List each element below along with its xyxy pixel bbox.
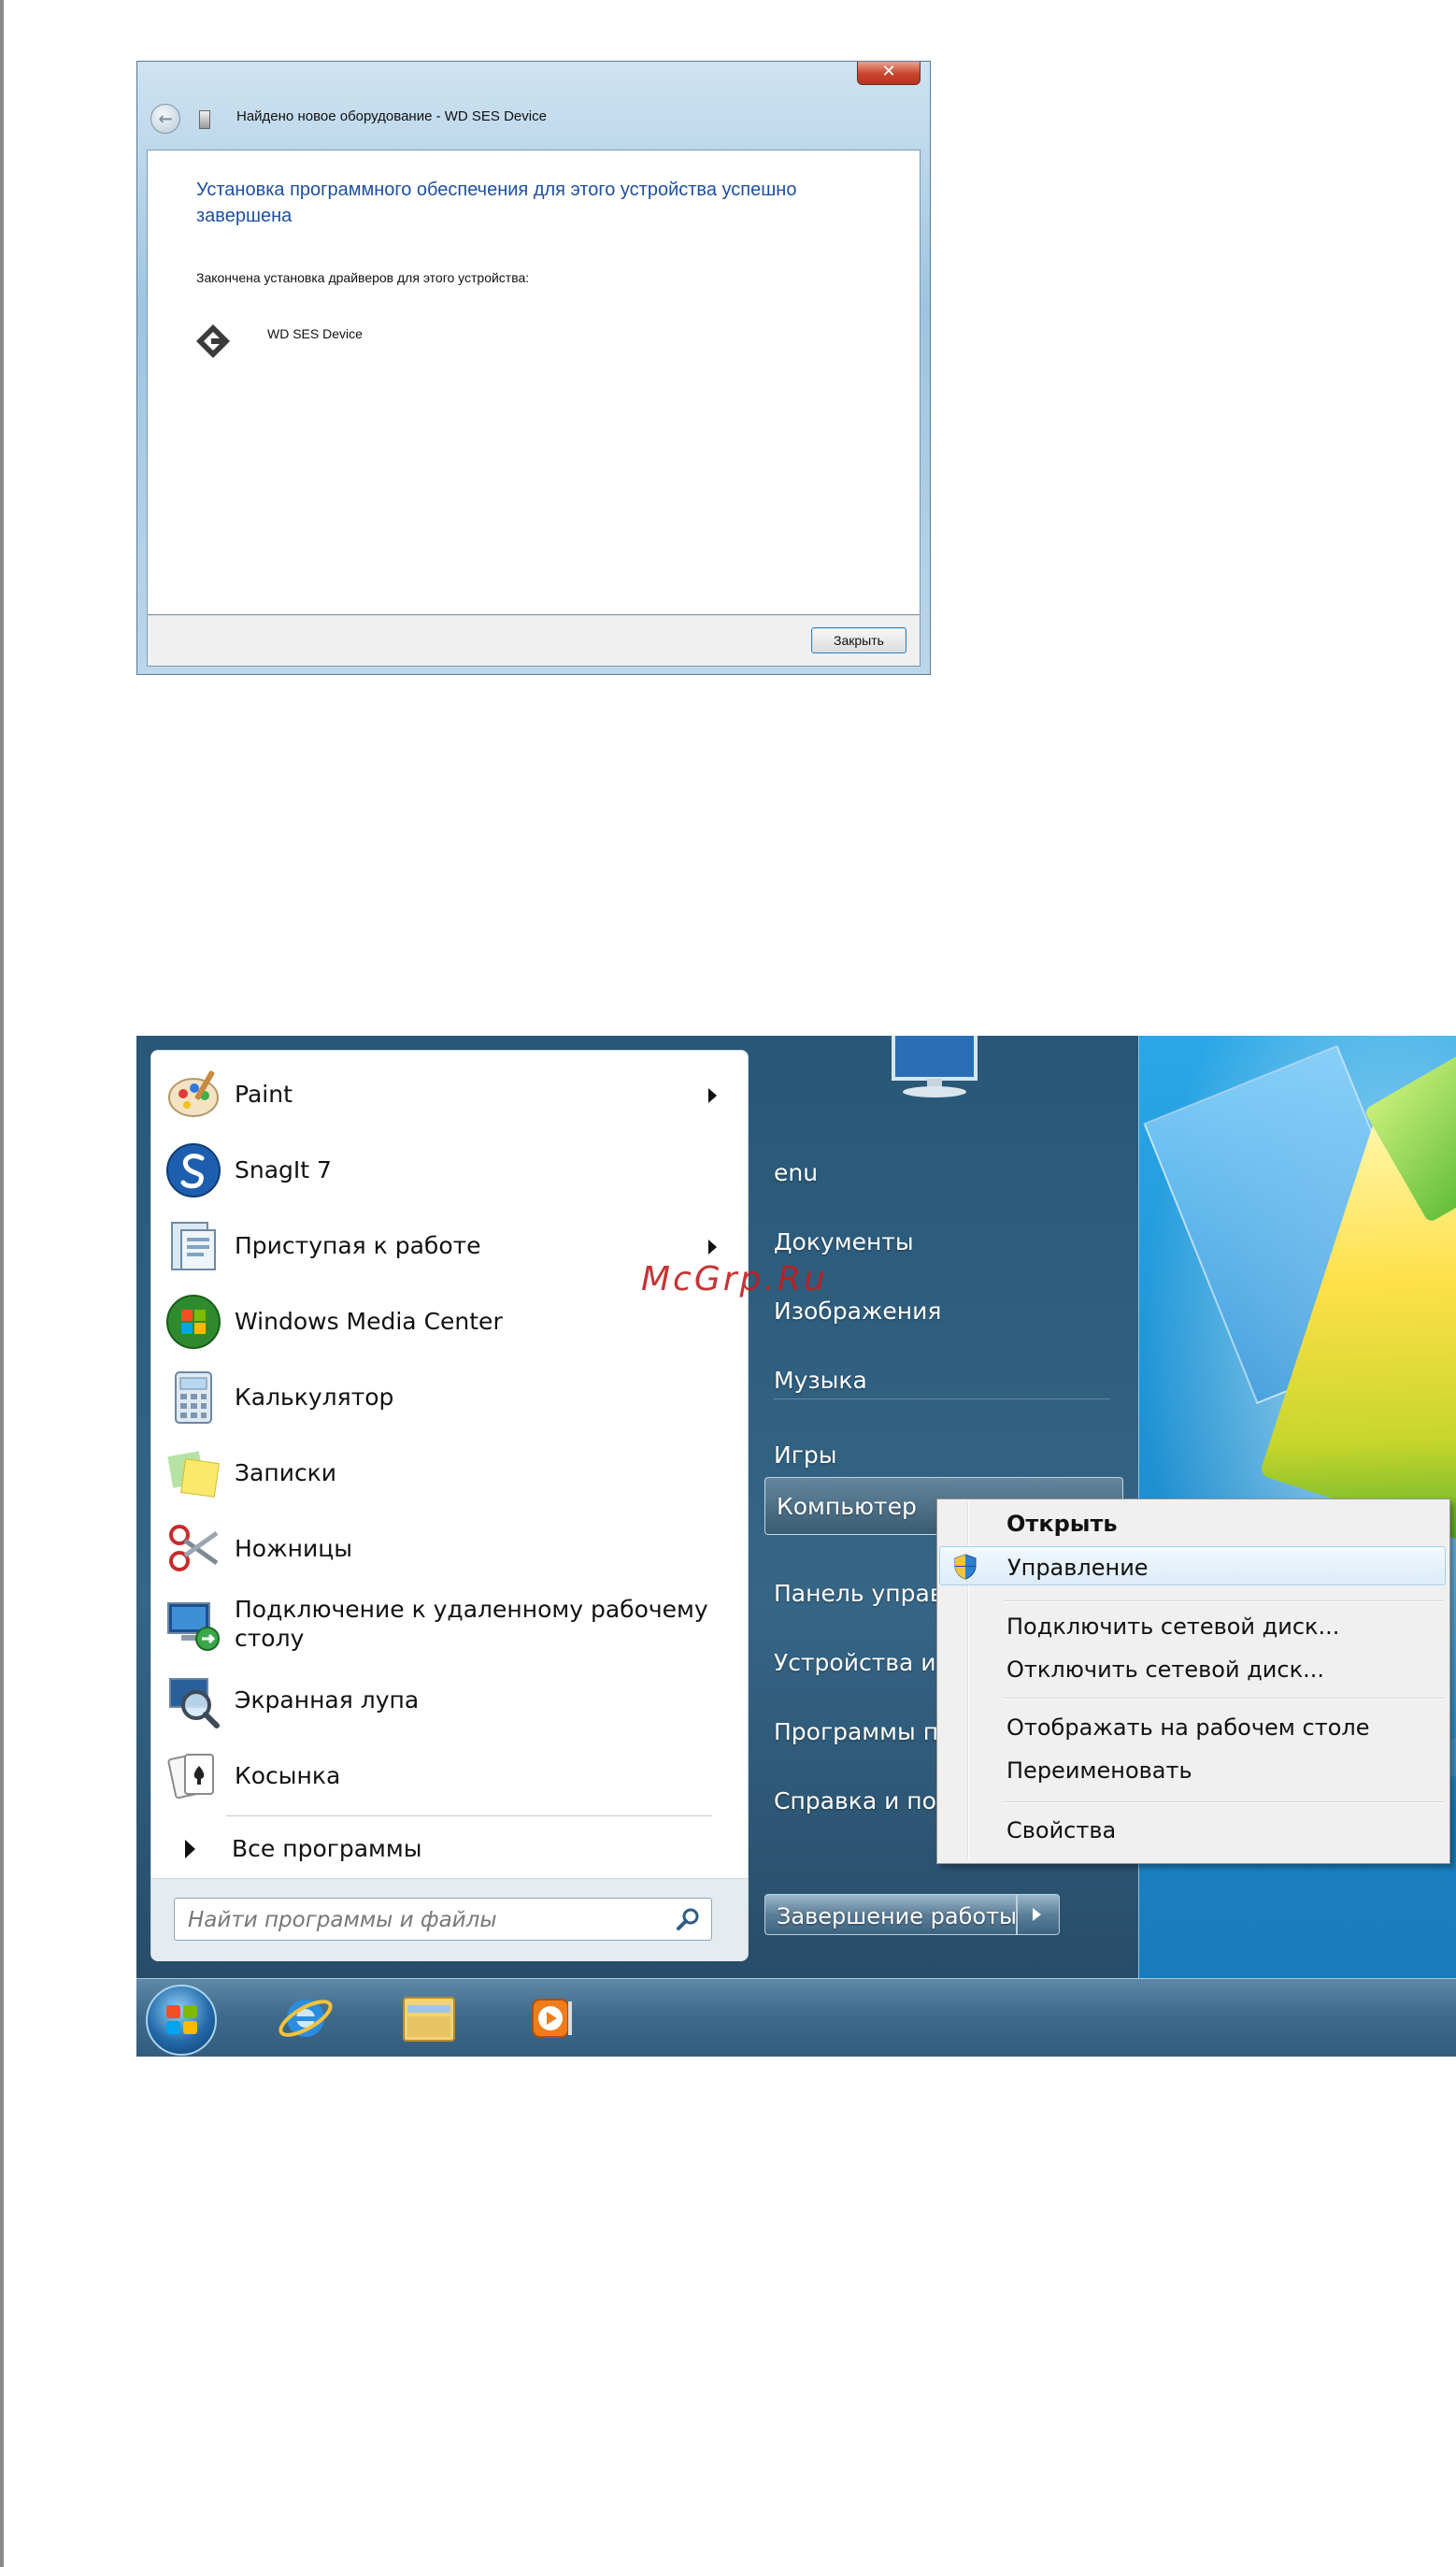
program-label: Записки [235, 1459, 337, 1486]
context-item-rename[interactable]: Переименовать [939, 1750, 1446, 1787]
window-close-button[interactable]: ✕ [857, 62, 921, 85]
snagit-icon [166, 1143, 221, 1197]
taskbar [136, 1978, 1456, 2057]
program-remote-desktop[interactable]: Подключение к удаленному рабочему столу [159, 1586, 738, 1661]
remote-desktop-icon [167, 1602, 220, 1651]
right-pane-separator [774, 1398, 1110, 1399]
context-item-label: Отображать на рабочем столе [1006, 1714, 1370, 1741]
all-programs-label: Все программы [232, 1835, 422, 1862]
program-snagit[interactable]: SnagIt 7 [159, 1132, 738, 1207]
wd-device-icon [196, 324, 230, 358]
shutdown-label: Завершение работы [777, 1903, 1018, 1929]
program-calculator[interactable]: Калькулятор [159, 1359, 738, 1434]
right-item-user[interactable]: enu [763, 1148, 1118, 1197]
install-success-heading: Установка программного обеспечения для э… [196, 179, 797, 226]
context-item-show-on-desktop[interactable]: Отображать на рабочем столе [939, 1707, 1446, 1744]
sticky-notes-icon [167, 1451, 220, 1498]
search-box[interactable] [174, 1898, 712, 1941]
program-label: SnagIt 7 [235, 1156, 332, 1183]
context-item-properties[interactable]: Свойства [939, 1810, 1446, 1847]
install-complete-text: Закончена установка драйверов для этого … [196, 270, 530, 285]
program-label: Ножницы [235, 1535, 352, 1562]
programs-pane: Paint SnagIt 7 Приступая к работе Window… [150, 1050, 749, 1961]
device-name: WD SES Device [267, 326, 363, 341]
windows-flag-icon [166, 2005, 198, 2035]
right-item-music[interactable]: Музыка [763, 1355, 1118, 1404]
right-item-label: Справка и под [774, 1787, 953, 1814]
context-separator [1003, 1698, 1444, 1699]
right-item-label: Документы [774, 1228, 914, 1255]
computer-monitor-icon [892, 1036, 978, 1097]
right-item-label: enu [774, 1159, 819, 1186]
uac-shield-icon [954, 1554, 977, 1580]
context-item-label: Переименовать [1006, 1757, 1192, 1784]
right-item-label: Изображения [774, 1298, 942, 1325]
right-item-label: Устройства и п [774, 1649, 959, 1676]
program-magnifier[interactable]: Экранная лупа [159, 1662, 738, 1737]
program-snipping-tool[interactable]: Ножницы [159, 1511, 738, 1585]
submenu-arrow-icon[interactable] [708, 1240, 717, 1255]
expand-arrow-icon [185, 1840, 195, 1858]
back-arrow-icon[interactable]: ← [150, 104, 180, 134]
context-separator [1003, 1801, 1444, 1803]
context-item-label: Подключить сетевой диск... [1006, 1613, 1340, 1640]
context-separator [1003, 1600, 1444, 1602]
context-menu: Открыть Управление Подключить сетевой ди… [936, 1499, 1450, 1864]
right-item-label: Программы по [774, 1718, 953, 1745]
program-paint[interactable]: Paint [159, 1056, 738, 1131]
magnifier-icon [169, 1678, 220, 1728]
paint-icon [168, 1070, 219, 1117]
right-item-label: Панель управл [774, 1580, 959, 1607]
right-item-games[interactable]: Игры [763, 1430, 1118, 1479]
context-item-map-drive[interactable]: Подключить сетевой диск... [939, 1606, 1446, 1643]
context-item-label: Отключить сетевой диск... [1006, 1656, 1324, 1683]
context-item-label: Свойства [1006, 1817, 1117, 1843]
windows-explorer-icon[interactable] [398, 1988, 460, 2048]
calculator-icon [175, 1371, 212, 1424]
right-item-documents[interactable]: Документы [763, 1217, 1118, 1266]
close-dialog-button[interactable]: Закрыть [811, 627, 906, 653]
context-item-label: Открыть [1006, 1511, 1118, 1537]
shutdown-button[interactable]: Завершение работы [764, 1894, 1017, 1935]
media-center-icon [166, 1295, 221, 1349]
search-input[interactable] [188, 1908, 655, 1932]
page-left-border [0, 0, 4, 2567]
watermark-text: McGrp.Ru [641, 1260, 828, 1298]
dialog-title: Найдено новое оборудование - WD SES Devi… [236, 108, 547, 124]
start-button[interactable] [146, 1985, 217, 2056]
getting-started-icon [171, 1222, 216, 1270]
all-programs-button[interactable]: Все программы [159, 1819, 738, 1875]
context-item-manage[interactable]: Управление [939, 1546, 1446, 1585]
internet-explorer-icon[interactable] [275, 1988, 336, 2048]
right-item-label: Игры [774, 1441, 837, 1469]
shutdown-options-button[interactable] [1017, 1894, 1060, 1935]
context-item-disconnect-drive[interactable]: Отключить сетевой диск... [939, 1649, 1446, 1686]
program-solitaire[interactable]: Косынка [159, 1738, 738, 1813]
search-icon[interactable] [676, 1906, 702, 1932]
program-sticky-notes[interactable]: Записки [159, 1435, 738, 1510]
right-item-label: Компьютер [777, 1493, 917, 1520]
program-label: Paint [235, 1081, 293, 1108]
submenu-arrow-icon[interactable] [708, 1088, 717, 1103]
media-player-icon[interactable] [520, 1988, 581, 2048]
context-item-open[interactable]: Открыть [939, 1503, 1446, 1541]
programs-separator [226, 1815, 712, 1816]
program-label: Косынка [235, 1762, 341, 1789]
program-label: Приступая к работе [235, 1232, 481, 1259]
solitaire-icon [167, 1753, 214, 1800]
right-item-label: Музыка [774, 1367, 867, 1394]
search-area [151, 1878, 748, 1961]
program-label: Подключение к удаленному рабочему столу [235, 1596, 708, 1652]
found-new-hardware-dialog: ✕ ← Найдено новое оборудование - WD SES … [136, 61, 931, 675]
dialog-footer: Закрыть [147, 615, 921, 667]
context-item-label: Управление [1007, 1555, 1149, 1581]
program-label: Windows Media Center [235, 1308, 503, 1335]
scissors-icon [169, 1525, 219, 1571]
program-label: Калькулятор [235, 1384, 394, 1411]
program-label: Экранная лупа [235, 1686, 420, 1714]
usb-device-icon [199, 110, 210, 129]
dialog-body: Установка программного обеспечения для э… [147, 150, 921, 615]
shutdown-arrow-icon [1033, 1908, 1041, 1921]
